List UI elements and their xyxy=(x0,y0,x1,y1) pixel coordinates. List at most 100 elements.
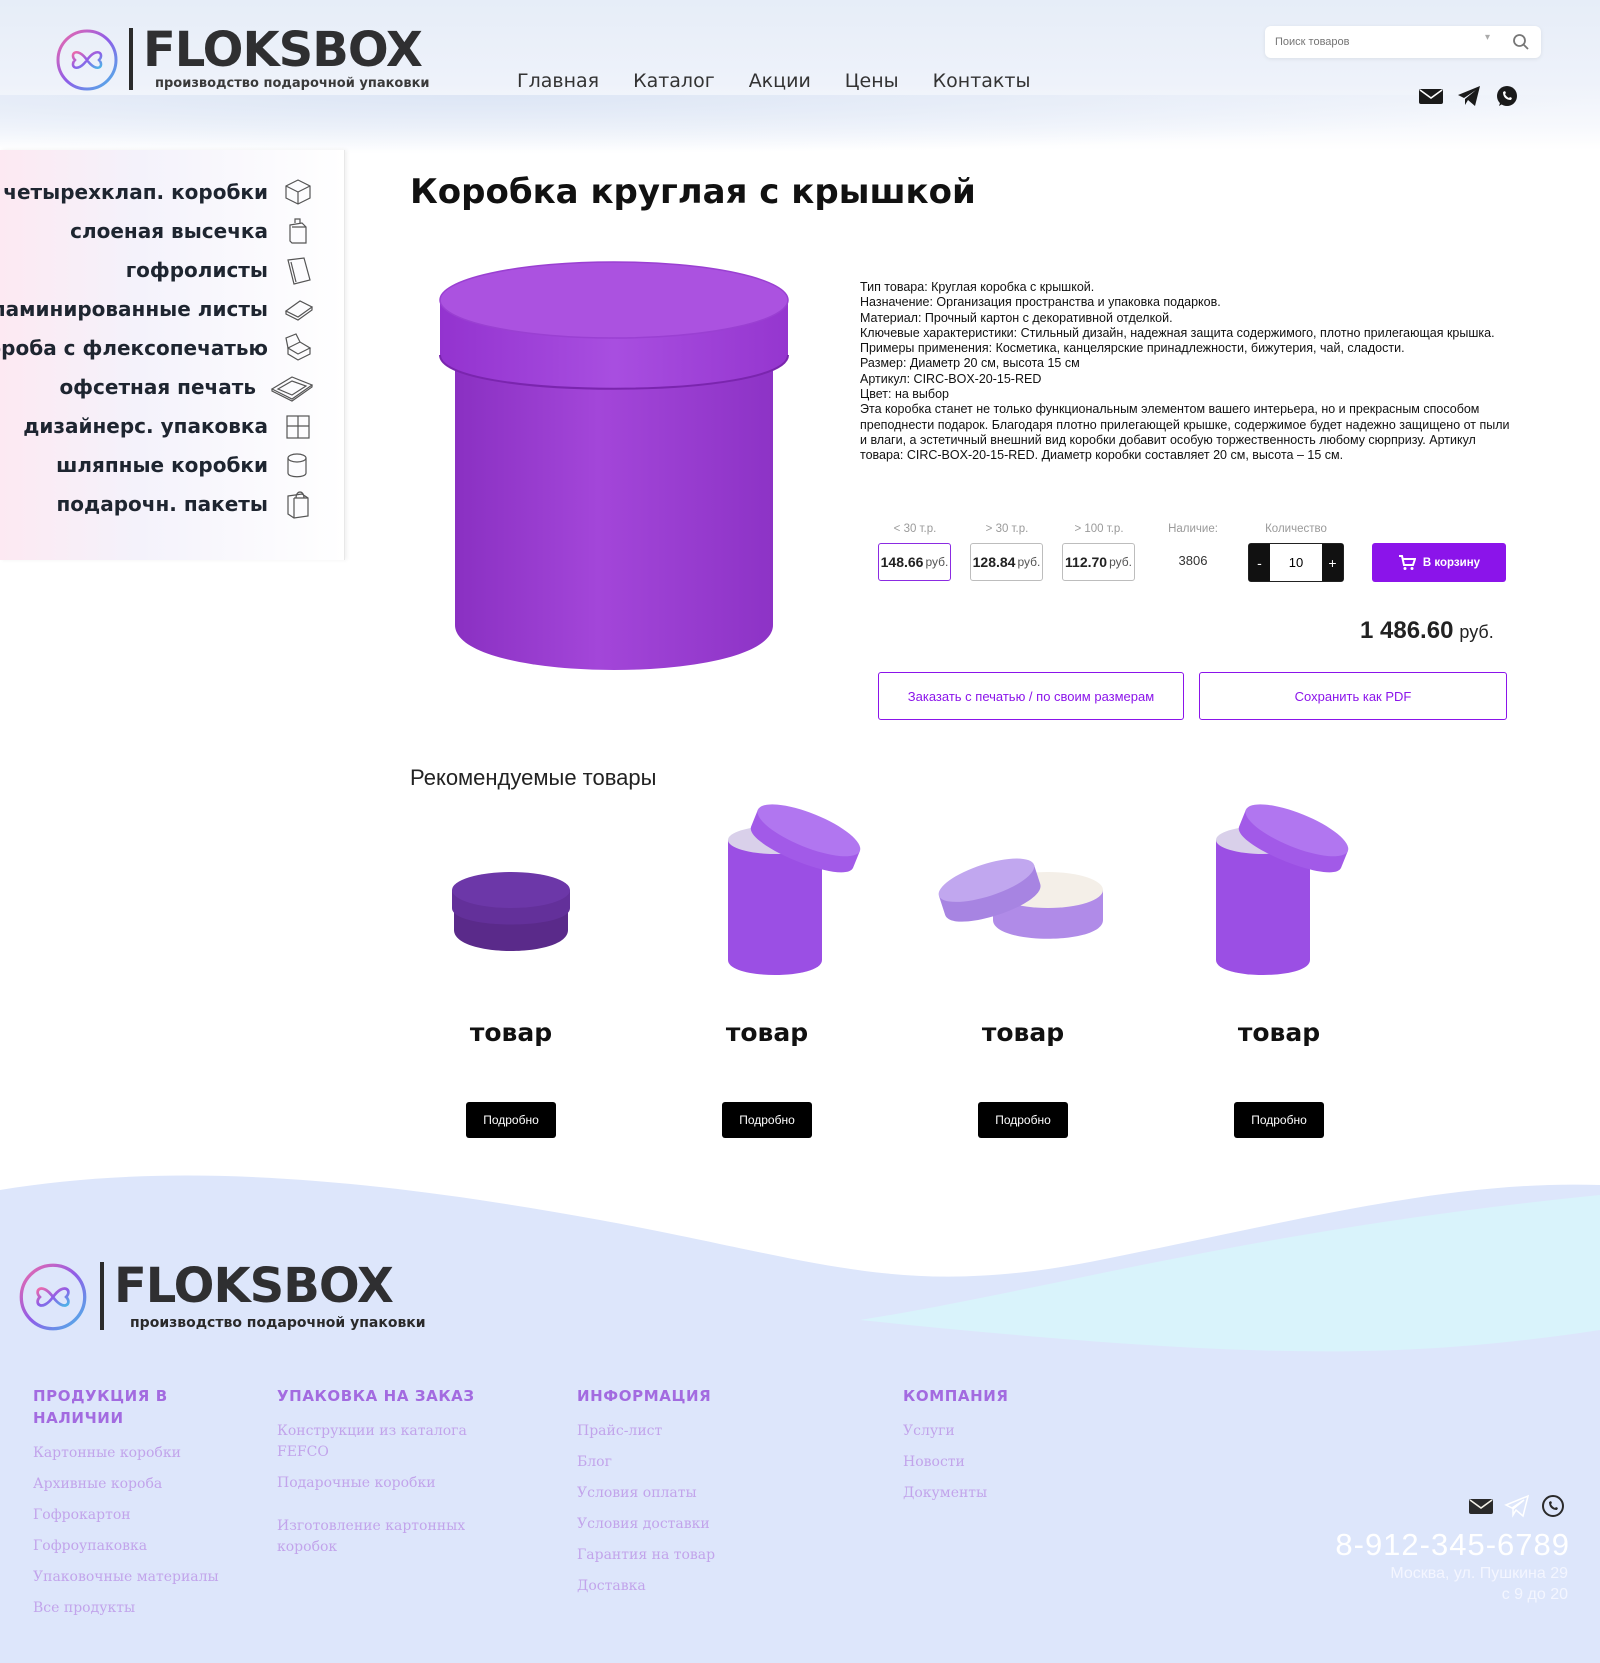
whatsapp-icon[interactable] xyxy=(1494,83,1520,109)
nav-prices[interactable]: Цены xyxy=(845,70,899,92)
price-tier-2-button[interactable]: 128.84 руб. xyxy=(970,543,1043,581)
sidebar-item-offset-print[interactable]: офсетная печать xyxy=(59,369,314,405)
footer-logo[interactable]: FLOKSBOX производство подарочной упаковк… xyxy=(18,1258,468,1333)
product-thumbnail[interactable] xyxy=(396,790,626,990)
footer-link[interactable]: Гарантия на товар xyxy=(577,1545,777,1566)
sidebar-item-label: ламинированные листы xyxy=(0,297,268,321)
footer-link[interactable]: Упаковочные материалы xyxy=(33,1567,233,1588)
recommended-name: товар xyxy=(725,1018,809,1047)
sidebar-item-label: четырехклап. коробки xyxy=(3,180,268,204)
whatsapp-icon[interactable] xyxy=(1540,1493,1566,1519)
details-button[interactable]: Подробно xyxy=(1234,1102,1324,1138)
header: FLOKSBOX производство подарочной упаковк… xyxy=(0,0,1600,155)
sidebar-item-corrugated-sheets[interactable]: гофролисты xyxy=(126,252,314,288)
category-sidebar: четырехклап. коробки слоеная высечка гоф… xyxy=(0,150,345,560)
footer-link[interactable]: Прайс-лист xyxy=(577,1421,777,1442)
sheet-icon xyxy=(287,257,311,285)
footer-link[interactable]: Гофроупаковка xyxy=(33,1536,233,1557)
footer-logo-name: FLOKSBOX xyxy=(114,1258,394,1314)
footer-link[interactable]: Подарочные коробки xyxy=(277,1473,477,1494)
description-line: Ключевые характеристики: Стильный дизайн… xyxy=(860,325,1495,340)
footer-link[interactable]: Доставка xyxy=(577,1576,777,1597)
total-price: 1 486.60 руб. xyxy=(1360,617,1494,645)
footer-column-information: ИНФОРМАЦИЯ Прайс-лист Блог Условия оплат… xyxy=(577,1385,777,1597)
product-thumbnail[interactable] xyxy=(652,790,882,990)
total-currency: руб. xyxy=(1459,622,1494,642)
add-to-cart-label: В корзину xyxy=(1422,556,1481,569)
quantity-increase-button[interactable]: + xyxy=(1322,544,1343,581)
order-with-print-button[interactable]: Заказать с печатью / по своим размерам xyxy=(878,672,1184,720)
price-tier-1-button[interactable]: 148.66 руб. xyxy=(878,543,951,581)
footer-column-title: ПРОДУКЦИЯ В НАЛИЧИИ xyxy=(33,1387,168,1427)
sidebar-item-gift-bags[interactable]: подарочн. пакеты xyxy=(56,486,314,522)
stock-label: Наличие: xyxy=(1168,523,1218,535)
description-line: Материал: Прочный картон с декоративной … xyxy=(860,310,1173,325)
telegram-icon[interactable] xyxy=(1456,83,1482,109)
footer-link[interactable]: Услуги xyxy=(903,1421,1103,1442)
search-icon[interactable] xyxy=(1511,32,1531,52)
footer-column-custom-packaging: УПАКОВКА НА ЗАКАЗ Конструкции из каталог… xyxy=(277,1385,477,1558)
price-tier-3-button[interactable]: 112.70 руб. xyxy=(1062,543,1135,581)
sidebar-item-label: подарочн. пакеты xyxy=(56,492,268,516)
nav-contacts[interactable]: Контакты xyxy=(933,70,1031,92)
quantity-stepper: - + xyxy=(1248,543,1344,582)
sidebar-item-label: слоеная высечка xyxy=(70,219,268,243)
footer-column-company: КОМПАНИЯ Услуги Новости Документы xyxy=(903,1385,1103,1504)
product-description: Тип товара: Круглая коробка с крышкой. Н… xyxy=(860,280,1510,464)
telegram-icon[interactable] xyxy=(1504,1493,1530,1519)
product-thumbnail[interactable] xyxy=(1164,790,1394,990)
product-thumbnail[interactable] xyxy=(908,790,1138,990)
nav-promotions[interactable]: Акции xyxy=(749,70,811,92)
stock-value: 3806 xyxy=(1178,553,1208,568)
footer-link[interactable]: Условия оплаты xyxy=(577,1483,777,1504)
add-to-cart-button[interactable]: В корзину xyxy=(1372,543,1506,582)
description-line: Цвет: на выбор xyxy=(860,387,949,402)
description-line: Назначение: Организация пространства и у… xyxy=(860,295,1221,310)
logo[interactable]: FLOKSBOX производство подарочной упаковк… xyxy=(55,22,465,99)
price-value: 148.66 xyxy=(880,554,924,570)
nav-catalog[interactable]: Каталог xyxy=(633,70,715,92)
footer-address: Москва, ул. Пушкина 29 xyxy=(1390,1565,1568,1582)
header-contact-icons xyxy=(1418,83,1520,109)
hat-box-icon xyxy=(287,453,307,478)
footer-link[interactable]: Конструкции из каталога FEFCO xyxy=(277,1421,477,1463)
description-line: Артикул: CIRC-BOX-20-15-RED xyxy=(860,371,1042,386)
price-currency: руб. xyxy=(925,555,949,569)
sidebar-item-designer-packaging[interactable]: дизайнерс. упаковка xyxy=(23,408,314,444)
footer-link[interactable]: Картонные коробки xyxy=(33,1443,233,1464)
footer-link[interactable]: Блог xyxy=(577,1452,777,1473)
save-pdf-button[interactable]: Сохранить как PDF xyxy=(1199,672,1507,720)
sidebar-item-flexo-boxes[interactable]: короба с флексопечатью xyxy=(0,330,314,366)
sidebar-item-hat-boxes[interactable]: шляпные коробки xyxy=(56,447,314,483)
mail-icon[interactable] xyxy=(1418,83,1444,109)
footer-hours: с 9 до 20 xyxy=(1501,1586,1568,1603)
sidebar-item-laminated-sheets[interactable]: ламинированные листы xyxy=(0,291,314,327)
footer-link[interactable]: Документы xyxy=(903,1483,1103,1504)
quantity-decrease-button[interactable]: - xyxy=(1249,544,1270,581)
footer-link[interactable]: Изготовление картонных коробок xyxy=(277,1516,477,1558)
logo-emblem-icon xyxy=(19,1263,87,1331)
product-image[interactable] xyxy=(425,255,815,685)
mail-icon[interactable] xyxy=(1468,1493,1494,1519)
recommended-name: товар xyxy=(469,1018,553,1047)
details-button[interactable]: Подробно xyxy=(978,1102,1068,1138)
sidebar-item-label: короба с флексопечатью xyxy=(0,336,268,360)
chevron-down-icon[interactable]: ▾ xyxy=(1485,32,1490,43)
footer-link[interactable]: Гофрокартон xyxy=(33,1505,233,1526)
quantity-input[interactable] xyxy=(1271,544,1321,581)
footer-link[interactable]: Новости xyxy=(903,1452,1103,1473)
details-button[interactable]: Подробно xyxy=(466,1102,556,1138)
footer-phone[interactable]: 8-912-345-6789 xyxy=(1335,1527,1570,1563)
sidebar-item-layered-cutting[interactable]: слоеная высечка xyxy=(70,213,314,249)
footer-link[interactable]: Все продукты xyxy=(33,1598,233,1619)
description-line: Примеры применения: Косметика, канцелярс… xyxy=(860,341,1405,356)
footer-link[interactable]: Архивные короба xyxy=(33,1474,233,1495)
price-value: 112.70 xyxy=(1065,554,1108,570)
footer-link[interactable]: Условия доставки xyxy=(577,1514,777,1535)
footer-column-title: КОМПАНИЯ xyxy=(903,1387,1009,1405)
nav-home[interactable]: Главная xyxy=(517,70,599,92)
details-button[interactable]: Подробно xyxy=(722,1102,812,1138)
price-tier-label: > 30 т.р. xyxy=(985,523,1029,535)
search-input[interactable] xyxy=(1275,33,1475,51)
sidebar-item-four-flap-boxes[interactable]: четырехклап. коробки xyxy=(3,174,314,210)
